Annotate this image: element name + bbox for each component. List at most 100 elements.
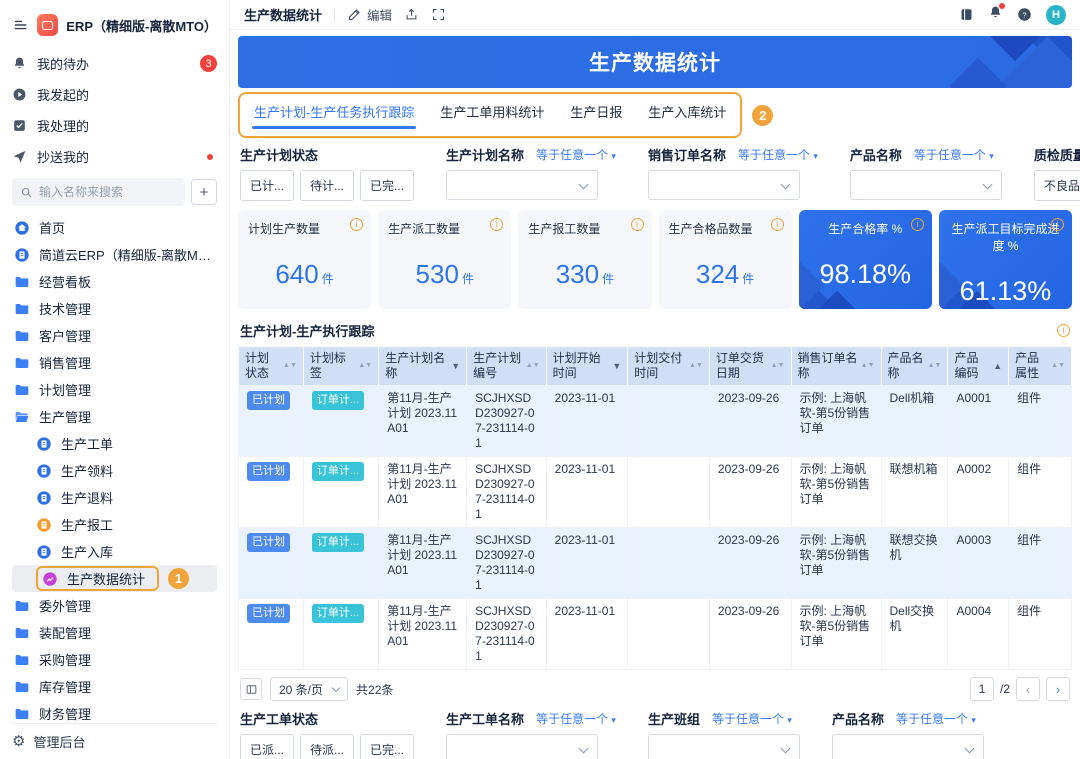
operator-dropdown[interactable]: 等于任意一个 ▾ — [536, 710, 616, 727]
plan-name-select[interactable] — [446, 170, 598, 200]
help-icon[interactable]: ? — [1017, 7, 1032, 22]
operator-dropdown[interactable]: 等于任意一个 ▾ — [896, 710, 976, 727]
operator-dropdown[interactable]: 等于任意一个 ▾ — [536, 146, 616, 163]
search-field[interactable] — [12, 178, 185, 206]
column-product-name[interactable]: 产品名称▲▼ — [881, 347, 948, 386]
info-icon[interactable]: i — [911, 218, 924, 231]
column-order-date[interactable]: 订单交货日期▲▼ — [709, 347, 791, 386]
tabs-row: 生产计划-生产任务执行跟踪 生产工单用料统计 生产日报 生产入库统计 2 — [238, 92, 1072, 138]
column-plan-status[interactable]: 计划状态▲▼ — [239, 347, 304, 386]
plan-filter-row: 生产计划状态 已计... 待计... 已完... 生产计划名称 等于任意一个 ▾… — [240, 145, 1070, 201]
fullscreen-icon[interactable] — [431, 7, 446, 22]
column-plan-tag[interactable]: 计划标签▲▼ — [303, 347, 378, 386]
filter-wo-product: 产品名称 等于任意一个 ▾ — [832, 709, 984, 759]
sidebar-item-production-inbound[interactable]: 生产入库 — [12, 538, 217, 565]
search-input[interactable] — [39, 185, 177, 199]
sidebar-item-production-return[interactable]: 生产退料 — [12, 484, 217, 511]
filter-button-finished[interactable]: 已完... — [360, 734, 414, 759]
folder-icon — [14, 652, 30, 668]
tab-plan-task-tracking[interactable]: 生产计划-生产任务执行跟踪 — [254, 102, 414, 127]
team-select[interactable] — [648, 734, 800, 759]
filter-product-name: 产品名称 等于任意一个 ▾ — [850, 145, 1002, 201]
filter-button-to-dispatch[interactable]: 待派... — [300, 734, 354, 759]
wo-product-select[interactable] — [832, 734, 984, 759]
operator-dropdown[interactable]: 等于任意一个 ▾ — [914, 146, 994, 163]
topbar-right: ? H — [959, 5, 1066, 25]
sidebar-item-my-todo[interactable]: 我的待办 3 — [12, 48, 217, 79]
sidebar-item-inventory-mgmt[interactable]: 库存管理 — [12, 673, 217, 700]
filter-button-defective[interactable]: 不良品 — [1034, 170, 1080, 201]
page-size-select[interactable]: 20 条/页 — [270, 677, 348, 701]
sidebar-item-production-report[interactable]: 生产报工 — [12, 511, 217, 538]
sidebar-item-cc-to-me[interactable]: 抄送我的 — [12, 141, 217, 172]
info-icon[interactable]: i — [350, 218, 363, 231]
column-product-code[interactable]: 产品编码▲ — [948, 347, 1009, 386]
sidebar-item-tech-mgmt[interactable]: 技术管理 — [12, 295, 217, 322]
columns-icon — [245, 683, 258, 696]
sidebar-item-outsourcing-mgmt[interactable]: 委外管理 — [12, 592, 217, 619]
wo-name-select[interactable] — [446, 734, 598, 759]
tab-production-daily[interactable]: 生产日报 — [570, 102, 622, 127]
column-settings-button[interactable] — [240, 678, 262, 700]
plan-table-footer: 20 条/页 共22条 1 /2 ‹ › — [238, 670, 1072, 707]
sidebar-item-plan-mgmt[interactable]: 计划管理 — [12, 376, 217, 403]
sales-order-select[interactable] — [648, 170, 800, 200]
info-icon[interactable]: i — [1057, 324, 1070, 337]
folder-icon — [14, 328, 30, 344]
prev-page-button[interactable]: ‹ — [1016, 677, 1040, 701]
sidebar-item-production-stats[interactable]: 生产数据统计 1 — [12, 565, 217, 592]
info-icon[interactable]: i — [490, 218, 503, 231]
sidebar-item-home[interactable]: 首页 — [12, 214, 217, 241]
chevron-down-icon — [332, 683, 340, 691]
sidebar-item-finance-mgmt[interactable]: 财务管理 — [12, 700, 217, 723]
sidebar-item-assembly-mgmt[interactable]: 装配管理 — [12, 619, 217, 646]
notifications-button[interactable] — [988, 5, 1003, 25]
journal-icon[interactable] — [959, 7, 974, 22]
column-plan-no[interactable]: 生产计划编号▲▼ — [467, 347, 547, 386]
filter-plan-status: 生产计划状态 已计... 待计... 已完... — [240, 145, 414, 201]
edit-button[interactable]: 编辑 — [347, 5, 392, 24]
filter-button-dispatched[interactable]: 已派... — [240, 734, 294, 759]
filter-button-to-plan[interactable]: 待计... — [300, 170, 354, 201]
sidebar-item-production-workorder[interactable]: 生产工单 — [12, 430, 217, 457]
sidebar-item-sales-mgmt[interactable]: 销售管理 — [12, 349, 217, 376]
product-name-select[interactable] — [850, 170, 1002, 200]
user-avatar[interactable]: H — [1046, 5, 1066, 25]
plan-table-header: 生产计划-生产执行跟踪 i — [240, 321, 1070, 340]
column-plan-start[interactable]: 计划开始时间▼ — [546, 347, 628, 386]
sidebar-item-jiandaoyun-erp[interactable]: 简道云ERP（精细版-离散MTO）「... — [12, 241, 217, 268]
column-plan-deliver[interactable]: 计划交付时间▲▼ — [628, 347, 710, 386]
table-row: 已计划 订单计... 第11月-生产计划 2023.11A01 SCJHXSDD… — [239, 528, 1072, 599]
status-badge: 已计划 — [247, 533, 290, 552]
menu-toggle-icon[interactable] — [12, 16, 29, 34]
filter-button-planned[interactable]: 已计... — [240, 170, 294, 201]
sidebar-item-production-mgmt[interactable]: 生产管理 — [12, 403, 217, 430]
sidebar-item-handled-by-me[interactable]: 我处理的 — [12, 110, 217, 141]
info-icon[interactable]: i — [1051, 218, 1064, 231]
tab-inbound-stats[interactable]: 生产入库统计 — [648, 102, 726, 127]
sidebar-item-purchase-mgmt[interactable]: 采购管理 — [12, 646, 217, 673]
next-page-button[interactable]: › — [1046, 677, 1070, 701]
tab-workorder-material-stats[interactable]: 生产工单用料统计 — [440, 102, 544, 127]
filter-plan-name: 生产计划名称 等于任意一个 ▾ — [446, 145, 616, 201]
operator-dropdown[interactable]: 等于任意一个 ▾ — [738, 146, 818, 163]
admin-console-link[interactable]: ⚙ 管理后台 — [12, 723, 217, 759]
sidebar-item-customer-mgmt[interactable]: 客户管理 — [12, 322, 217, 349]
sort-icon: ▲▼ — [526, 363, 540, 369]
sidebar-item-started-by-me[interactable]: 我发起的 — [12, 79, 217, 110]
info-icon[interactable]: i — [631, 218, 644, 231]
unread-dot — [207, 154, 213, 160]
filter-button-completed[interactable]: 已完... — [360, 170, 414, 201]
add-button[interactable]: + — [191, 179, 217, 205]
column-product-attr[interactable]: 产品属性▲▼ — [1009, 347, 1072, 386]
info-icon[interactable]: i — [771, 218, 784, 231]
column-sales-order[interactable]: 销售订单名称▲▼ — [791, 347, 881, 386]
column-plan-name[interactable]: 生产计划名称▼ — [379, 347, 467, 386]
chevron-down-icon — [579, 180, 589, 190]
sidebar-item-production-picking[interactable]: 生产领料 — [12, 457, 217, 484]
operator-dropdown[interactable]: 等于任意一个 ▾ — [712, 710, 792, 727]
home-icon — [14, 220, 30, 236]
page-number-input[interactable]: 1 — [970, 677, 994, 701]
sidebar-item-biz-dashboard[interactable]: 经营看板 — [12, 268, 217, 295]
share-icon[interactable] — [404, 7, 419, 22]
